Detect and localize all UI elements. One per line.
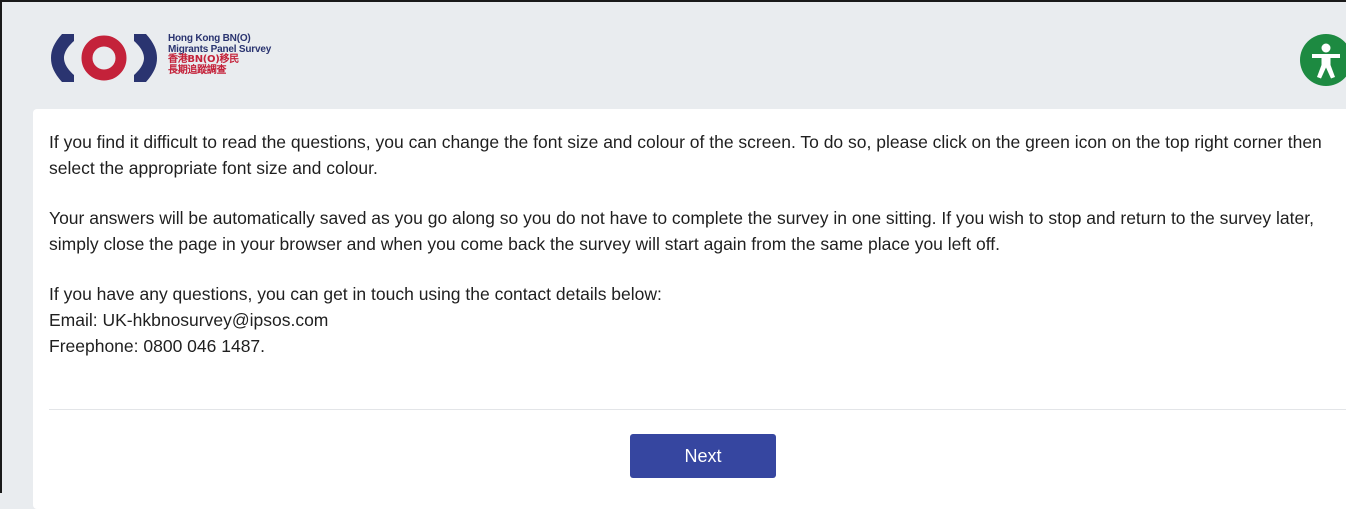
next-button[interactable]: Next <box>630 434 776 478</box>
logo-title-line4-zh: 長期追蹤調查 <box>168 64 227 76</box>
browser-frame: Hong Kong BN(O) Migrants Panel Survey 香港… <box>0 0 1346 509</box>
contact-intro: If you have any questions, you can get i… <box>49 284 662 304</box>
contact-phone: Freephone: 0800 046 1487. <box>49 336 266 356</box>
contact-email: Email: UK-hkbnosurvey@ipsos.com <box>49 310 329 330</box>
autosave-instructions: Your answers will be automatically saved… <box>49 208 1314 254</box>
page-header: Hong Kong BN(O) Migrants Panel Survey 香港… <box>4 4 1346 104</box>
survey-logo: Hong Kong BN(O) Migrants Panel Survey 香港… <box>48 32 271 84</box>
intro-text: If you find it difficult to read the que… <box>49 129 1346 383</box>
font-size-instructions: If you find it difficult to read the que… <box>49 132 1322 178</box>
logo-text: Hong Kong BN(O) Migrants Panel Survey 香港… <box>168 33 271 76</box>
contact-details: If you have any questions, you can get i… <box>49 281 1346 359</box>
accessibility-button[interactable] <box>1300 34 1346 86</box>
survey-card: If you find it difficult to read the que… <box>33 109 1346 509</box>
bno-brackets-logo-icon <box>51 34 157 82</box>
divider <box>49 409 1346 410</box>
accessibility-person-icon <box>1312 43 1340 79</box>
logo-title-line3-zh: 香港BN(O)移民 <box>168 54 239 65</box>
logo-title-line1: Hong Kong BN(O) <box>168 33 251 44</box>
